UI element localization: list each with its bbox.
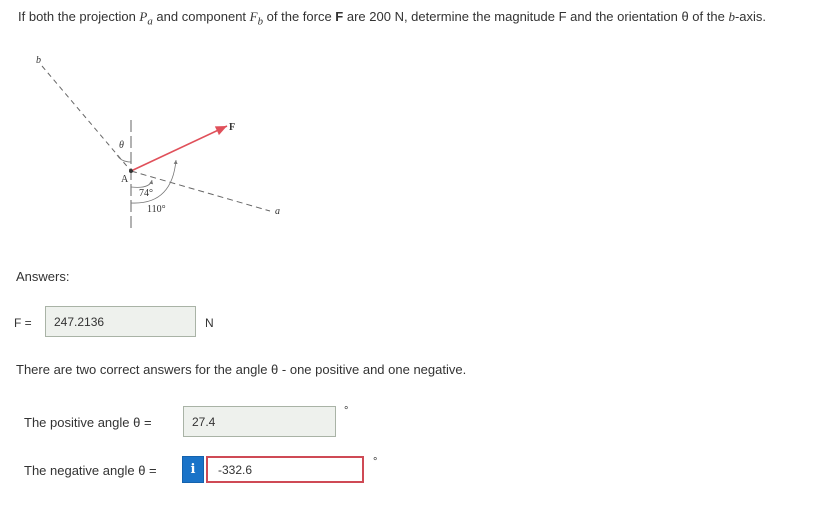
b-axis-label: b [36,55,41,66]
problem-statement: If both the projection Pa and component … [18,9,767,28]
b-axis-line [41,65,132,172]
f-answer-value: 247.2136 [54,314,105,329]
negative-angle-field[interactable]: -332.6 [206,456,364,483]
f-unit: N [205,316,214,330]
force-label: F [229,122,235,133]
negative-angle-unit: ° [373,456,378,468]
positive-angle-label: The positive angle θ = [24,415,152,430]
angle-74-arc [130,179,154,188]
negative-angle-label: The negative angle θ = [24,463,157,478]
f-label: F = [14,316,32,330]
f-answer-field[interactable]: 247.2136 [45,306,196,337]
positive-angle-value: 27.4 [192,414,216,429]
positive-angle-field[interactable]: 27.4 [183,406,336,437]
f-symbol: F [249,9,258,24]
angle-note: There are two correct answers for the an… [16,362,467,377]
positive-angle-unit: ° [344,405,349,417]
force-diagram: b a F θ 74° 110° A [36,55,280,230]
info-icon[interactable]: i [182,456,204,483]
theta-arc [116,154,132,163]
angle-110-label: 110° [147,204,166,215]
angle-74-label: 74° [139,188,153,199]
point-a-dot [129,169,133,173]
answers-heading: Answers: [16,269,70,284]
force-vector [130,125,228,172]
theta-label: θ [119,140,124,151]
negative-angle-value: -332.6 [218,462,253,477]
angle-110-arc [130,159,178,204]
a-axis-label: a [275,206,280,217]
point-a-label: A [121,174,129,185]
